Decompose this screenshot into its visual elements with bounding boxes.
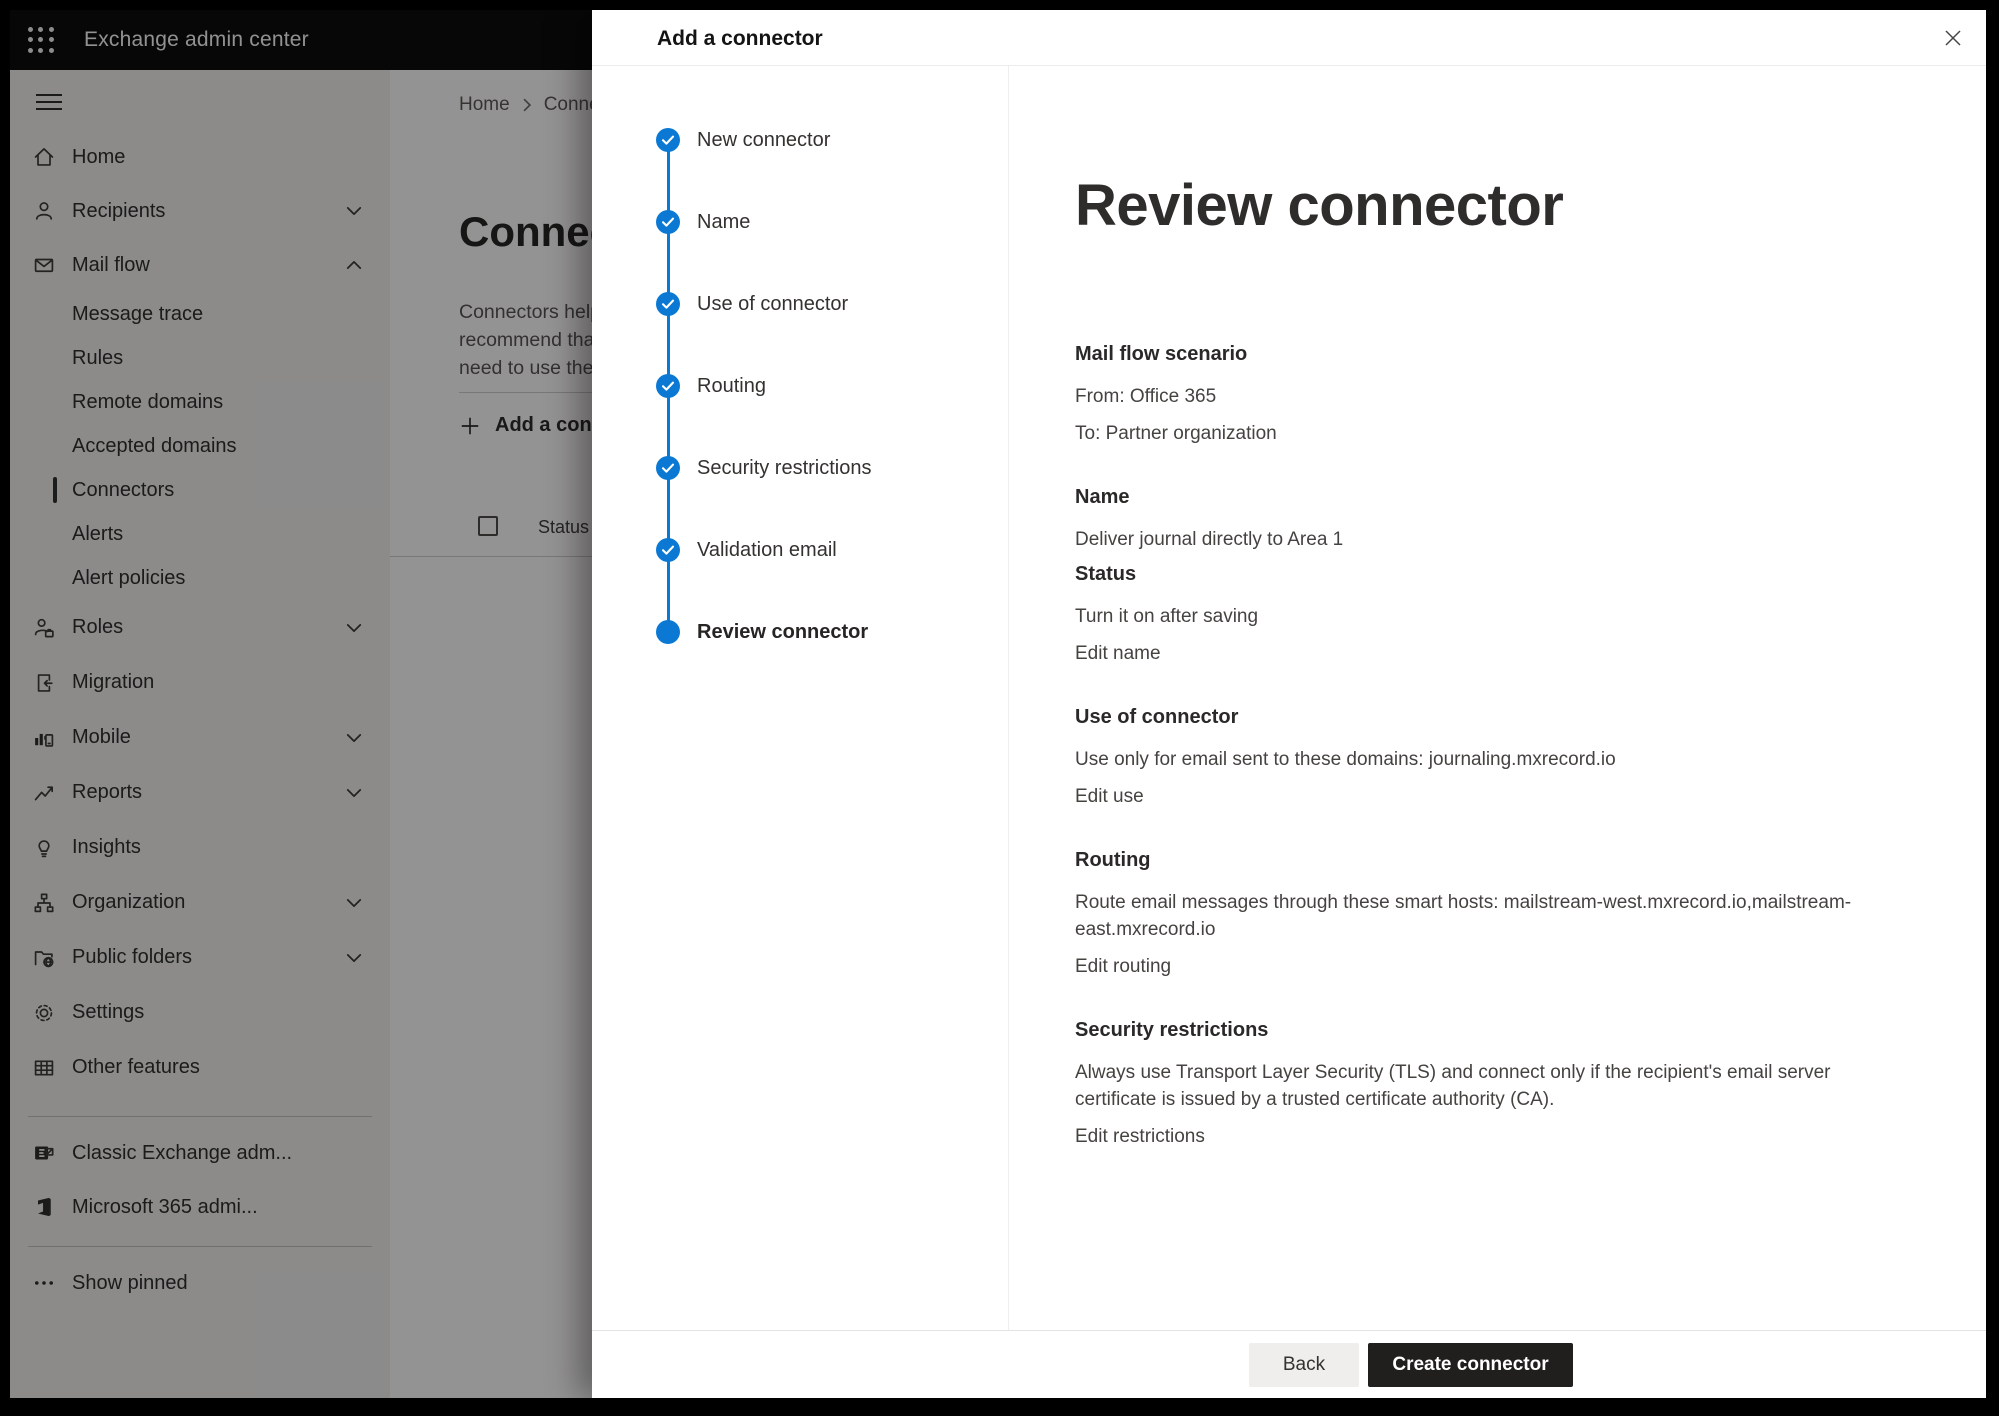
add-connector-dialog: Add a connector New connector Name Use o… xyxy=(592,10,1986,1398)
section-value: From: Office 365 xyxy=(1075,383,1915,410)
section-value: Route email messages through these smart… xyxy=(1075,889,1915,943)
section-value: Always use Transport Layer Security (TLS… xyxy=(1075,1059,1915,1113)
step-completed-icon xyxy=(656,128,680,152)
section-value: Turn it on after saving xyxy=(1075,603,1915,630)
step-completed-icon xyxy=(656,374,680,398)
step-completed-icon xyxy=(656,538,680,562)
step-completed-icon xyxy=(656,210,680,234)
dialog-title: Add a connector xyxy=(657,27,823,51)
footer-divider xyxy=(592,1330,1986,1331)
review-heading: Review connector xyxy=(1075,172,1915,239)
wizard-rail-divider xyxy=(1008,66,1009,1330)
section-use-of-connector: Use of connector Use only for email sent… xyxy=(1075,706,1915,810)
edit-use-link[interactable]: Edit use xyxy=(1075,783,1144,810)
section-routing: Routing Route email messages through the… xyxy=(1075,849,1915,980)
section-value: Deliver journal directly to Area 1 xyxy=(1075,526,1915,553)
section-name-status: Name Deliver journal directly to Area 1 … xyxy=(1075,486,1915,667)
review-content: Review connector Mail flow scenario From… xyxy=(1075,172,1915,1189)
section-heading: Use of connector xyxy=(1075,706,1915,729)
step-current-icon xyxy=(656,620,680,644)
dialog-header: Add a connector xyxy=(592,10,1986,66)
step-completed-icon xyxy=(656,292,680,316)
edit-routing-link[interactable]: Edit routing xyxy=(1075,953,1171,980)
section-heading: Routing xyxy=(1075,849,1915,872)
section-heading: Mail flow scenario xyxy=(1075,343,1915,366)
edit-restrictions-link[interactable]: Edit restrictions xyxy=(1075,1123,1205,1150)
section-value: Use only for email sent to these domains… xyxy=(1075,746,1915,773)
section-heading: Security restrictions xyxy=(1075,1019,1915,1042)
section-mail-flow-scenario: Mail flow scenario From: Office 365 To: … xyxy=(1075,343,1915,447)
create-connector-button[interactable]: Create connector xyxy=(1368,1343,1573,1387)
close-button[interactable] xyxy=(1933,18,1973,58)
step-completed-icon xyxy=(656,456,680,480)
edit-name-link[interactable]: Edit name xyxy=(1075,640,1161,667)
app-window: Exchange admin center Home Recipients Ma… xyxy=(10,10,1986,1398)
close-icon xyxy=(1941,26,1965,50)
section-security-restrictions: Security restrictions Always use Transpo… xyxy=(1075,1019,1915,1150)
section-value: To: Partner organization xyxy=(1075,420,1915,447)
section-heading: Name xyxy=(1075,486,1915,509)
back-button[interactable]: Back xyxy=(1249,1343,1359,1387)
section-heading: Status xyxy=(1075,563,1915,586)
